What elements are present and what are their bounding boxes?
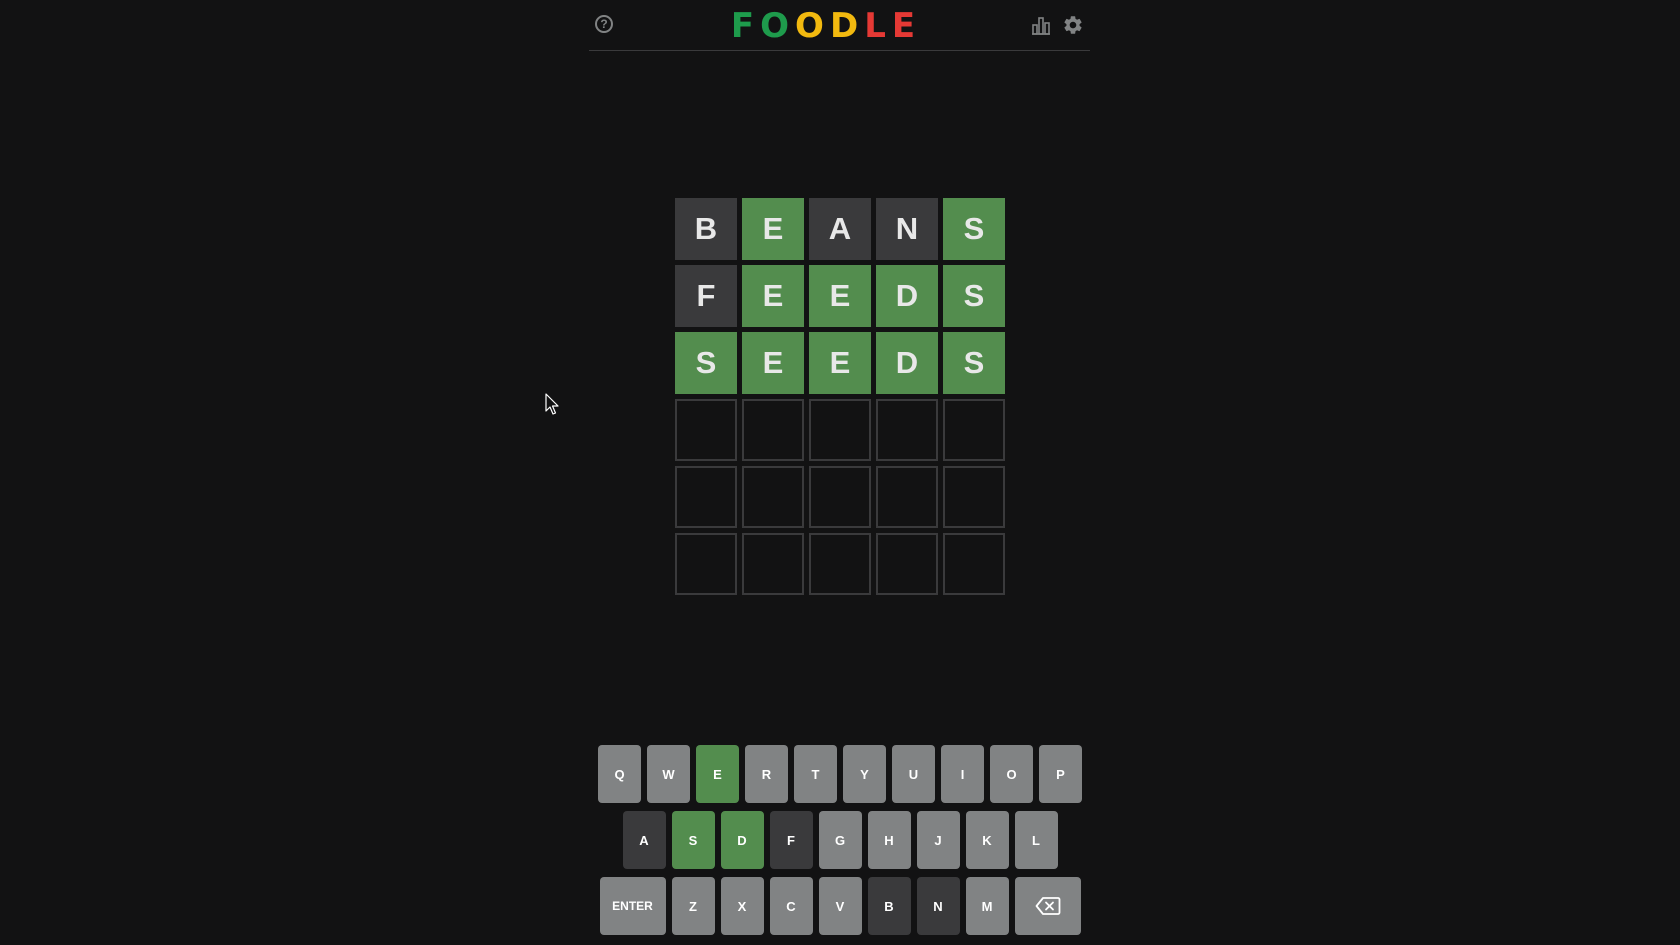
board-tile: S	[943, 332, 1005, 394]
key-v[interactable]: V	[818, 877, 862, 935]
key-o[interactable]: O	[990, 745, 1033, 803]
key-f[interactable]: F	[769, 811, 813, 869]
key-w[interactable]: W	[647, 745, 690, 803]
key-z[interactable]: Z	[671, 877, 715, 935]
board-tile: S	[943, 265, 1005, 327]
key-m[interactable]: M	[965, 877, 1009, 935]
board-tile: E	[809, 332, 871, 394]
logo-letter: O	[760, 6, 796, 46]
board-tile	[876, 399, 938, 461]
board-tile: N	[876, 198, 938, 260]
board-tile	[742, 399, 804, 461]
key-q[interactable]: Q	[598, 745, 641, 803]
board-tile	[876, 466, 938, 528]
key-a[interactable]: A	[622, 811, 666, 869]
logo-letter: F	[730, 6, 761, 46]
backspace-key[interactable]	[1014, 877, 1081, 935]
backspace-icon	[1035, 897, 1060, 915]
board-tile: D	[876, 265, 938, 327]
board-tile	[675, 466, 737, 528]
logo-letter: O	[795, 6, 830, 46]
key-d[interactable]: D	[720, 811, 764, 869]
logo-letter: E	[891, 6, 922, 46]
key-e[interactable]: E	[696, 745, 739, 803]
board-tile	[809, 533, 871, 595]
board-tile: E	[809, 265, 871, 327]
key-t[interactable]: T	[794, 745, 837, 803]
board-tile	[876, 533, 938, 595]
keyboard-row: ENTER Z X C V B N M	[597, 877, 1083, 935]
board-tile: F	[675, 265, 737, 327]
help-icon[interactable]: ?	[595, 15, 613, 33]
board-tile	[675, 533, 737, 595]
key-k[interactable]: K	[965, 811, 1009, 869]
key-y[interactable]: Y	[843, 745, 886, 803]
board-tile	[943, 533, 1005, 595]
keyboard-row: QWERTYUIOP	[597, 745, 1083, 803]
board-tile	[943, 399, 1005, 461]
bar-chart-icon[interactable]	[1030, 15, 1052, 35]
logo-letter: L	[864, 6, 892, 46]
key-c[interactable]: C	[769, 877, 813, 935]
key-g[interactable]: G	[818, 811, 862, 869]
key-p[interactable]: P	[1039, 745, 1082, 803]
board-tile	[742, 533, 804, 595]
key-u[interactable]: U	[892, 745, 935, 803]
board-tile: B	[675, 198, 737, 260]
board-tile: S	[675, 332, 737, 394]
board-tile	[809, 399, 871, 461]
board-tile: D	[876, 332, 938, 394]
on-screen-keyboard: Q W E R T Y U I O P A S D F G H J K L ENTER Z X C V B N M	[597, 745, 1083, 943]
board-tile: E	[742, 332, 804, 394]
key-enter[interactable]: ENTER	[599, 877, 666, 935]
board-tile: E	[742, 198, 804, 260]
key-l[interactable]: L	[1014, 811, 1058, 869]
game-logo: FOODLE	[731, 8, 921, 44]
key-b[interactable]: B	[867, 877, 911, 935]
board-tile	[675, 399, 737, 461]
board-tile	[943, 466, 1005, 528]
mouse-cursor-icon	[545, 393, 559, 415]
board-tile	[742, 466, 804, 528]
key-x[interactable]: X	[720, 877, 764, 935]
game-app: ? FOODLE BEANSFEEDSSEEDS QWERTYUIOPASDFG…	[0, 0, 1680, 945]
key-r[interactable]: R	[745, 745, 788, 803]
key-n[interactable]: N	[916, 877, 960, 935]
gear-icon[interactable]	[1062, 14, 1084, 36]
board-tile: A	[809, 198, 871, 260]
board-tile	[809, 466, 871, 528]
game-board: BEANSFEEDSSEEDS	[675, 198, 1005, 595]
board-tile: S	[943, 198, 1005, 260]
logo-letter: D	[829, 6, 865, 46]
keyboard-row: ASDFGHJKL	[597, 811, 1083, 869]
key-s[interactable]: S	[671, 811, 715, 869]
key-h[interactable]: H	[867, 811, 911, 869]
key-i[interactable]: I	[941, 745, 984, 803]
board-tile: E	[742, 265, 804, 327]
key-j[interactable]: J	[916, 811, 960, 869]
header: ? FOODLE	[589, 0, 1090, 51]
